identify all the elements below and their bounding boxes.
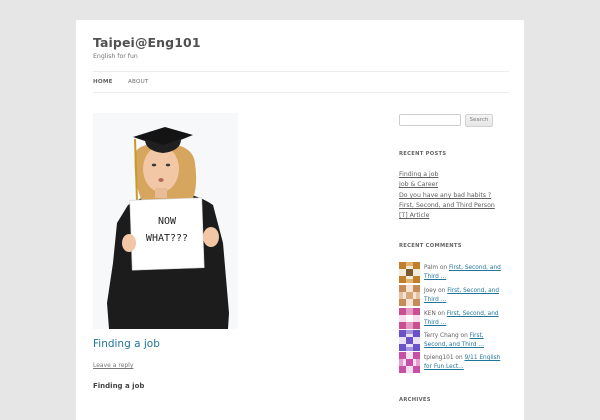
- recent-post-link[interactable]: First, Second, and Third Person: [399, 202, 495, 209]
- comment-item: KEN on First, Second, and Third ...: [399, 308, 509, 330]
- sign-text-line1: NOW: [158, 216, 177, 227]
- comment-author: tpieng101: [424, 355, 454, 361]
- site-container: Taipei@Eng101 English for fun HOME ABOUT: [76, 20, 524, 420]
- site-description: English for fun: [93, 53, 138, 60]
- recent-post-link[interactable]: Do you have any bad habits ?: [399, 192, 491, 199]
- comment-post-link[interactable]: First, Second, and Third ...: [424, 288, 499, 303]
- avatar-icon: [399, 330, 420, 351]
- comment-text: Terry Chang on First, Second, and Third …: [424, 332, 508, 349]
- recent-post-link[interactable]: Finding a job: [399, 171, 438, 178]
- recent-post-link[interactable]: Job & Career: [399, 181, 438, 188]
- comment-on-word: on: [455, 355, 463, 361]
- comment-author: Palm: [424, 265, 439, 271]
- leave-reply-link[interactable]: Leave a reply: [93, 362, 133, 369]
- comment-on-word: on: [437, 311, 445, 317]
- avatar-icon: [399, 262, 420, 283]
- graduate-illustration: NOW WHAT???: [93, 113, 238, 329]
- comment-item: tpieng101 on 9/11 English for Fun Lect..…: [399, 352, 509, 374]
- comment-on-word: on: [439, 265, 448, 271]
- recent-posts-title: RECENT POSTS: [399, 151, 447, 157]
- comment-on-word: on: [438, 288, 446, 294]
- featured-image[interactable]: NOW WHAT???: [93, 113, 238, 329]
- avatar-icon: [399, 308, 420, 329]
- comment-author: Terry Chang: [424, 333, 459, 339]
- comment-on-word: on: [460, 333, 468, 339]
- comment-author: Joey: [424, 288, 437, 294]
- comment-text: KEN on First, Second, and Third ...: [424, 310, 508, 327]
- avatar-icon: [399, 285, 420, 306]
- main-navigation: HOME ABOUT: [93, 71, 509, 93]
- comment-post-link[interactable]: First, Second, and Third ...: [424, 311, 499, 326]
- nav-item-about[interactable]: ABOUT: [128, 79, 148, 85]
- sign-text-line2: WHAT???: [146, 233, 188, 244]
- comment-author: KEN: [424, 311, 436, 317]
- site-title[interactable]: Taipei@Eng101: [93, 35, 201, 50]
- comment-item: Terry Chang on First, Second, and Third …: [399, 330, 509, 352]
- archives-title: ARCHIVES: [399, 397, 431, 403]
- recent-comments-title: RECENT COMMENTS: [399, 243, 462, 249]
- search-input[interactable]: [399, 114, 461, 126]
- comment-text: tpieng101 on 9/11 English for Fun Lect..…: [424, 354, 508, 371]
- comment-text: Joey on First, Second, and Third ...: [424, 287, 508, 304]
- comment-item: Joey on First, Second, and Third ...: [399, 285, 509, 307]
- post-title[interactable]: Finding a job: [93, 338, 160, 350]
- entry-heading: Finding a job: [93, 382, 145, 390]
- comment-item: Palm on First, Second, and Third ...: [399, 262, 509, 284]
- recent-post-link[interactable]: [T] Article: [399, 212, 429, 219]
- nav-item-home[interactable]: HOME: [93, 79, 113, 85]
- comment-text: Palm on First, Second, and Third ...: [424, 264, 508, 281]
- avatar-icon: [399, 352, 420, 373]
- search-button[interactable]: Search: [465, 114, 493, 127]
